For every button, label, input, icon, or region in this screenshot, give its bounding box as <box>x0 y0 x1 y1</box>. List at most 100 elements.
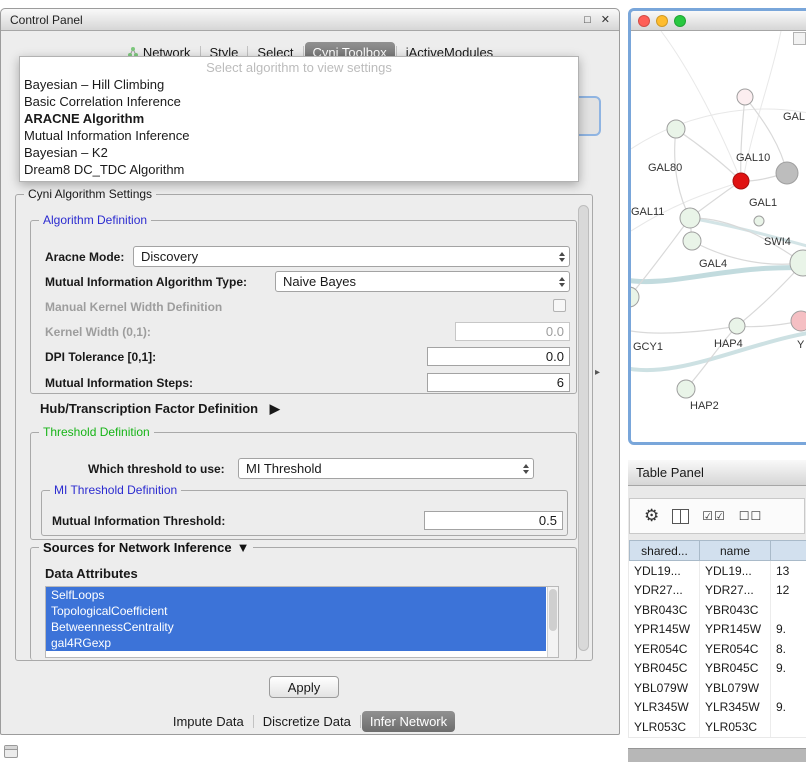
network-view-window: GAL80 GAL10 GAL11 GAL1 SWI4 GAL4 GCY1 HA… <box>628 8 806 445</box>
apply-button[interactable]: Apply <box>269 676 339 698</box>
kernel-width-field[interactable]: 0.0 <box>455 322 570 341</box>
dropdown-item[interactable]: Mutual Information Inference <box>20 127 578 144</box>
network-canvas[interactable]: GAL80 GAL10 GAL11 GAL1 SWI4 GAL4 GCY1 HA… <box>631 31 806 442</box>
table-row[interactable]: YBR045C YBR045C 9. <box>629 659 806 679</box>
network-node[interactable] <box>790 250 806 276</box>
threshold-definition-group: Threshold Definition Which threshold to … <box>30 432 577 540</box>
table-cell[interactable]: YBR045C <box>629 659 700 679</box>
list-item[interactable]: SelfLoops <box>46 587 546 603</box>
table-cell[interactable]: YDL19... <box>700 561 771 581</box>
dropdown-item-selected[interactable]: ARACNE Algorithm <box>20 110 578 127</box>
tab-label: Impute Data <box>173 714 244 729</box>
table-cell[interactable]: YBL079W <box>629 678 700 698</box>
table-row[interactable]: YLR053C YLR053C <box>629 717 806 737</box>
dropdown-item[interactable]: Basic Correlation Inference <box>20 93 578 110</box>
network-node[interactable] <box>677 380 695 398</box>
table-cell[interactable]: YER054C <box>700 639 771 659</box>
dropdown-item[interactable]: Bayesian – Hill Climbing <box>20 76 578 93</box>
table-cell[interactable]: 13 <box>771 561 806 581</box>
table-cell[interactable]: YBR043C <box>700 600 771 620</box>
aracne-mode-select[interactable]: Discovery <box>133 246 570 267</box>
network-node[interactable] <box>737 89 753 105</box>
table-cell[interactable] <box>771 717 806 737</box>
tab-discretize-data[interactable]: Discretize Data <box>255 711 359 732</box>
group-title-text: Algorithm Definition <box>43 213 147 227</box>
tab-impute-data[interactable]: Impute Data <box>165 711 252 732</box>
network-node-gal10[interactable] <box>733 173 749 189</box>
select-all-icon[interactable]: ☑☑ <box>702 509 726 523</box>
table-row[interactable]: YBL079W YBL079W <box>629 678 806 698</box>
gear-icon[interactable]: ⚙ <box>644 506 659 526</box>
canvas-corner-button[interactable] <box>793 32 806 45</box>
manual-kernel-checkbox[interactable] <box>553 299 566 312</box>
table-cell[interactable]: YBR045C <box>700 659 771 679</box>
mi-threshold-field[interactable]: 0.5 <box>424 511 563 530</box>
manual-kernel-label: Manual Kernel Width Definition <box>45 300 222 314</box>
mi-steps-field[interactable]: 6 <box>427 373 570 392</box>
network-window-titlebar <box>631 11 806 31</box>
column-header[interactable]: name <box>700 540 771 561</box>
table-cell[interactable]: YPR145W <box>700 620 771 640</box>
network-node[interactable] <box>791 311 806 331</box>
list-item[interactable]: TopologicalCoefficient <box>46 603 546 619</box>
table-row[interactable]: YBR043C YBR043C <box>629 600 806 620</box>
close-traffic-light[interactable] <box>638 15 650 27</box>
float-window-icon[interactable]: □ <box>584 14 591 26</box>
tab-infer-network[interactable]: Infer Network <box>362 711 455 732</box>
table-cell[interactable]: YDL19... <box>629 561 700 581</box>
table-cell[interactable] <box>771 600 806 620</box>
dpi-tolerance-field[interactable]: 0.0 <box>427 347 570 366</box>
network-node[interactable] <box>776 162 798 184</box>
table-cell[interactable]: YBR043C <box>629 600 700 620</box>
network-node[interactable] <box>631 287 639 307</box>
mi-type-select[interactable]: Naive Bayes <box>275 271 570 292</box>
table-cell[interactable]: 8. <box>771 639 806 659</box>
dropdown-item[interactable]: Bayesian – K2 <box>20 144 578 161</box>
table-cell[interactable]: YER054C <box>629 639 700 659</box>
table-cell[interactable]: 9. <box>771 659 806 679</box>
group-title-text: Cyni Algorithm Settings <box>28 187 152 201</box>
column-header[interactable] <box>771 540 806 561</box>
table-cell[interactable]: YDR27... <box>629 581 700 601</box>
table-cell[interactable]: YBL079W <box>700 678 771 698</box>
network-node[interactable] <box>729 318 745 334</box>
close-window-icon[interactable]: ✕ <box>601 13 610 26</box>
list-item[interactable]: BetweennessCentrality <box>46 619 546 635</box>
control-panel-window: Control Panel □ ✕ Network Style Select C… <box>0 8 620 735</box>
table-cell[interactable]: 12 <box>771 581 806 601</box>
list-item[interactable]: gal4RGexp <box>46 635 546 651</box>
network-node[interactable] <box>667 120 685 138</box>
table-row[interactable]: YDR27... YDR27... 12 <box>629 581 806 601</box>
list-scrollbar[interactable] <box>547 587 558 657</box>
table-row[interactable]: YPR145W YPR145W 9. <box>629 620 806 640</box>
table-row[interactable]: YDL19... YDL19... 13 <box>629 561 806 581</box>
network-node[interactable] <box>680 208 700 228</box>
table-cell[interactable]: YLR053C <box>629 717 700 737</box>
table-row[interactable]: YLR345W YLR345W 9. <box>629 698 806 718</box>
network-node[interactable] <box>683 232 701 250</box>
hub-section-toggle[interactable]: Hub/Transcription Factor Definition ▶ <box>40 401 280 417</box>
table-cell[interactable]: YLR053C <box>700 717 771 737</box>
group-title: MI Threshold Definition <box>50 483 181 497</box>
sources-section-toggle[interactable]: Sources for Network Inference ▼ <box>39 540 253 555</box>
table-row[interactable]: YER054C YER054C 8. <box>629 639 806 659</box>
deselect-all-icon[interactable]: ☐☐ <box>739 509 763 523</box>
table-cell[interactable]: YLR345W <box>629 698 700 718</box>
table-cell[interactable]: 9. <box>771 698 806 718</box>
table-cell[interactable]: 9. <box>771 620 806 640</box>
column-header[interactable]: shared... <box>629 540 700 561</box>
table-cell[interactable]: YDR27... <box>700 581 771 601</box>
splitter-caret-icon[interactable]: ▸ <box>595 367 600 378</box>
zoom-traffic-light[interactable] <box>674 15 686 27</box>
minimize-traffic-light[interactable] <box>656 15 668 27</box>
table-cell[interactable]: YLR345W <box>700 698 771 718</box>
network-node[interactable] <box>754 216 764 226</box>
list-scrollbar-thumb[interactable] <box>549 589 557 631</box>
settings-scrollbar[interactable] <box>578 205 589 651</box>
which-threshold-select[interactable]: MI Threshold <box>238 458 534 479</box>
table-cell[interactable]: YPR145W <box>629 620 700 640</box>
columns-icon[interactable] <box>672 509 689 524</box>
table-cell[interactable] <box>771 678 806 698</box>
dropdown-item[interactable]: Dream8 DC_TDC Algorithm <box>20 161 578 178</box>
restore-panel-icon[interactable] <box>4 745 18 758</box>
